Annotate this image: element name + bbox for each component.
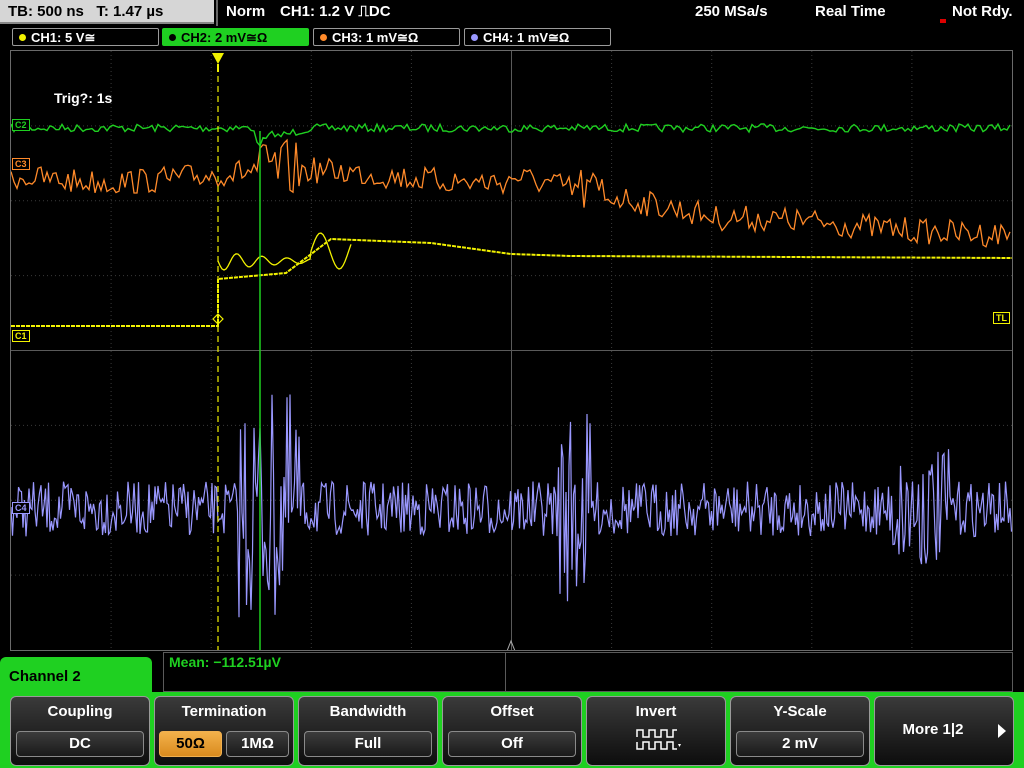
bandwidth-value[interactable]: Full: [304, 731, 432, 757]
acquisition-mode: Real Time: [815, 3, 886, 20]
tab-ch4-label: CH4: 1 mV≅Ω: [483, 30, 570, 45]
ch2-offset-marker[interactable]: C2: [12, 119, 30, 131]
y-scale-softkey[interactable]: Y-Scale 2 mV: [730, 696, 870, 766]
termination-softkey[interactable]: Termination 50Ω 1MΩ: [154, 696, 294, 766]
next-page-arrow-icon: [998, 724, 1006, 738]
ch1-offset-marker[interactable]: C1: [12, 330, 30, 342]
graticule-grid: [11, 51, 1012, 650]
waveform-display[interactable]: [10, 50, 1013, 651]
y-scale-title: Y-Scale: [773, 703, 827, 720]
ch3-trace: [11, 138, 1011, 248]
trigger-marker-icon[interactable]: [212, 53, 224, 64]
trigger-setting[interactable]: CH1: 1.2 V ⎍DC: [280, 0, 391, 24]
ch4-dot-icon: [471, 34, 478, 41]
bandwidth-title: Bandwidth: [329, 703, 407, 720]
measurement-divider: [505, 653, 506, 691]
tab-ch1[interactable]: CH1: 5 V≅: [12, 28, 159, 46]
more-softkey[interactable]: More 1|2: [874, 696, 1014, 766]
tab-ch4[interactable]: CH4: 1 mV≅Ω: [464, 28, 611, 46]
invert-waveform-icon: [636, 729, 681, 750]
sample-rate: 250 MSa/s: [695, 3, 768, 20]
status-bar: TB: 500 ns T: 1.47 µs Norm CH1: 1.2 V ⎍D…: [0, 0, 1024, 26]
offset-title: Offset: [490, 703, 534, 720]
tab-ch1-label: CH1: 5 V≅: [31, 30, 96, 45]
trigger-level-marker[interactable]: TL: [993, 312, 1010, 324]
offset-softkey[interactable]: Offset Off: [442, 696, 582, 766]
termination-title: Termination: [181, 703, 267, 720]
measurement-bar: [163, 652, 1013, 692]
status-indicator: [940, 19, 946, 23]
timebase-readout[interactable]: TB: 500 ns T: 1.47 µs: [0, 0, 214, 24]
ch3-offset-marker[interactable]: C3: [12, 158, 30, 170]
tab-ch2[interactable]: CH2: 2 mV≅Ω: [162, 28, 309, 46]
tab-ch2-label: CH2: 2 mV≅Ω: [181, 30, 268, 45]
more-label: More 1|2: [902, 721, 964, 738]
trigger-status: Not Rdy.: [952, 3, 1013, 20]
ch2-trace: [11, 122, 1011, 148]
ch1-dot-icon: [19, 34, 26, 41]
trigger-marker-stem-icon: [217, 64, 219, 72]
termination-1m-ohm[interactable]: 1MΩ: [226, 731, 289, 757]
y-scale-value[interactable]: 2 mV: [736, 731, 864, 757]
ch4-offset-marker[interactable]: C4: [12, 502, 30, 514]
ch2-dot-icon: [169, 34, 176, 41]
invert-title: Invert: [635, 703, 677, 720]
offset-value[interactable]: Off: [448, 731, 576, 757]
bandwidth-softkey[interactable]: Bandwidth Full: [298, 696, 438, 766]
invert-softkey[interactable]: Invert: [586, 696, 726, 766]
tab-ch3[interactable]: CH3: 1 mV≅Ω: [313, 28, 460, 46]
trigger-time-value: T: 1.47 µs: [96, 3, 164, 20]
tab-ch3-label: CH3: 1 mV≅Ω: [332, 30, 419, 45]
coupling-value[interactable]: DC: [16, 731, 144, 757]
termination-50-ohm[interactable]: 50Ω: [159, 731, 222, 757]
trigger-wait-label: Trig?: 1s: [54, 90, 113, 106]
status-divider: [216, 0, 218, 26]
coupling-softkey[interactable]: Coupling DC: [10, 696, 150, 766]
ch3-dot-icon: [320, 34, 327, 41]
coupling-title: Coupling: [47, 703, 113, 720]
timebase-value: TB: 500 ns: [8, 3, 84, 20]
trigger-mode[interactable]: Norm: [226, 0, 265, 24]
mean-measurement: Mean: −112.51µV: [169, 654, 281, 670]
